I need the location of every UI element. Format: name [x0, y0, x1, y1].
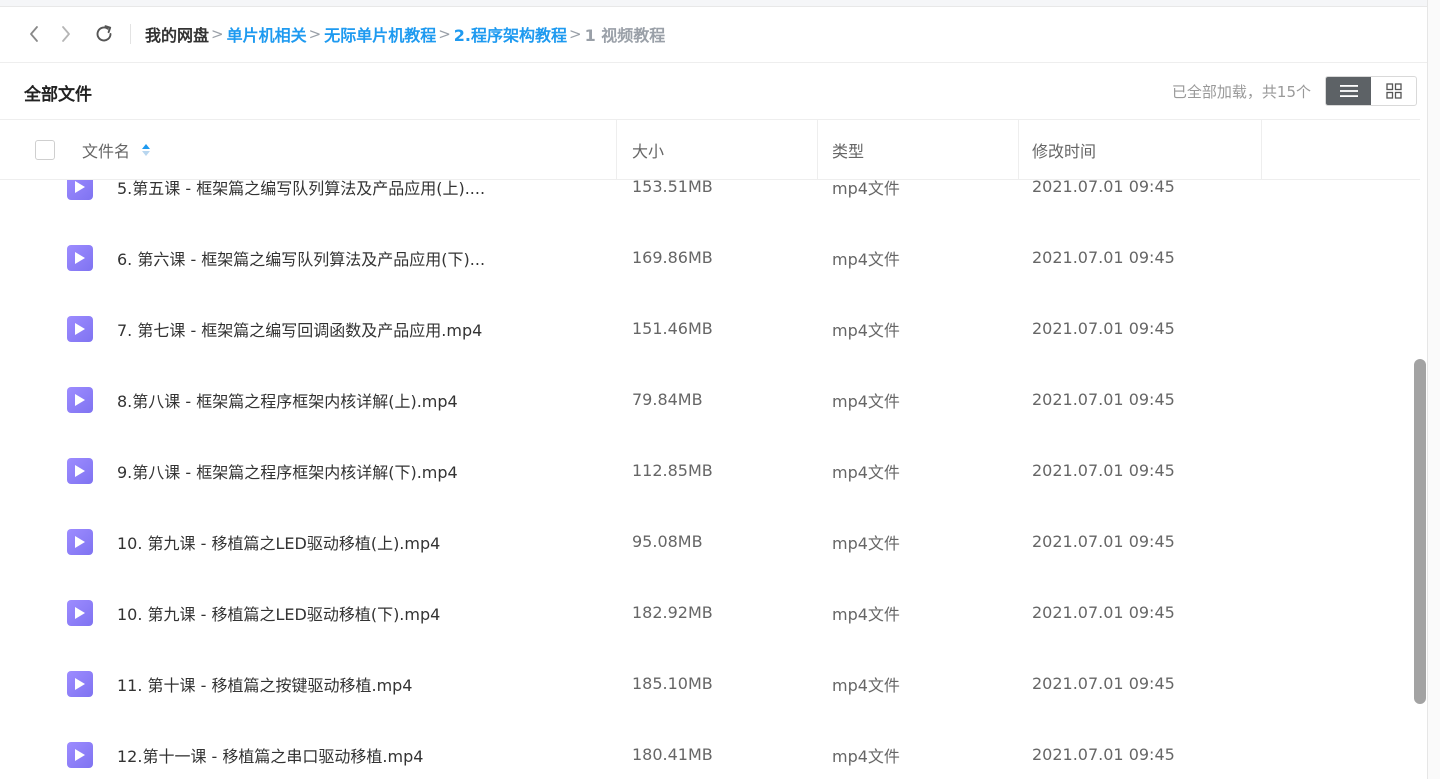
breadcrumb-item[interactable]: 2.程序架构教程 — [454, 22, 567, 46]
file-modified: 2021.07.01 09:45 — [1032, 532, 1175, 551]
file-size: 180.41MB — [632, 745, 713, 764]
file-size: 112.85MB — [632, 461, 713, 480]
grid-icon — [1385, 83, 1402, 99]
file-type: mp4文件 — [832, 675, 900, 695]
file-modified: 2021.07.01 09:45 — [1032, 603, 1175, 622]
column-header-modified[interactable]: 修改时间 — [1032, 120, 1096, 179]
file-name[interactable]: 9.第八课 - 框架篇之程序框架内核详解(下).mp4 — [117, 435, 597, 506]
column-header-name[interactable]: 文件名 — [82, 120, 151, 179]
chevron-right-icon — [62, 26, 70, 42]
breadcrumb-current: 1 视频教程 — [584, 26, 666, 45]
section-header: 全部文件 已全部加载，共15个 — [0, 63, 1427, 119]
column-divider — [616, 120, 617, 179]
table-header: 文件名 大小 类型 修改时间 — [0, 119, 1420, 180]
file-manager-window: 我的网盘 > 单片机相关 > 无际单片机教程 > 2.程序架构教程 > 1 视频… — [0, 0, 1440, 779]
file-name[interactable]: 7. 第七课 - 框架篇之编写回调函数及产品应用.mp4 — [117, 293, 597, 364]
refresh-icon — [96, 25, 112, 42]
file-modified: 2021.07.01 09:45 — [1032, 461, 1175, 480]
table-row[interactable]: 8.第八课 - 框架篇之程序框架内核详解(上).mp4 79.84MB mp4文… — [0, 364, 1414, 435]
view-toggle — [1325, 76, 1417, 106]
table-row[interactable]: 6. 第六课 - 框架篇之编写队列算法及产品应用(下)... 169.86MB … — [0, 222, 1414, 293]
file-type: mp4文件 — [832, 320, 900, 340]
file-modified: 2021.07.01 09:45 — [1032, 248, 1175, 267]
video-file-icon — [67, 315, 93, 342]
table-row[interactable]: 10. 第九课 - 移植篇之LED驱动移植(上).mp4 95.08MB mp4… — [0, 506, 1414, 577]
sort-icon[interactable] — [142, 143, 151, 156]
select-all-checkbox[interactable] — [35, 140, 55, 160]
nav-divider — [130, 24, 131, 44]
file-modified: 2021.07.01 09:45 — [1032, 745, 1175, 764]
load-status: 已全部加载，共15个 — [1171, 83, 1311, 101]
video-file-icon — [67, 599, 93, 626]
window-right-edge — [1427, 0, 1440, 779]
table-row[interactable]: 9.第八课 - 框架篇之程序框架内核详解(下).mp4 112.85MB mp4… — [0, 435, 1414, 506]
column-label-name: 文件名 — [82, 141, 131, 161]
file-size: 169.86MB — [632, 248, 713, 267]
table-row[interactable]: 10. 第九课 - 移植篇之LED驱动移植(下).mp4 182.92MB mp… — [0, 577, 1414, 648]
file-type: mp4文件 — [832, 249, 900, 269]
video-file-icon — [67, 457, 93, 484]
breadcrumb-separator: > — [211, 25, 224, 43]
file-modified: 2021.07.01 09:45 — [1032, 674, 1175, 693]
column-header-type[interactable]: 类型 — [832, 120, 864, 179]
file-list: 5.第五课 - 框架篇之编写队列算法及产品应用(上).... 153.51MB … — [0, 151, 1414, 779]
file-size: 185.10MB — [632, 674, 713, 693]
video-file-icon — [67, 244, 93, 271]
file-name[interactable]: 10. 第九课 - 移植篇之LED驱动移植(下).mp4 — [117, 577, 597, 648]
file-type: mp4文件 — [832, 391, 900, 411]
breadcrumb: 我的网盘 > 单片机相关 > 无际单片机教程 > 2.程序架构教程 > 1 视频… — [145, 22, 665, 46]
navigation-bar: 我的网盘 > 单片机相关 > 无际单片机教程 > 2.程序架构教程 > 1 视频… — [0, 6, 1427, 63]
column-divider — [1018, 120, 1019, 179]
video-file-icon — [67, 670, 93, 697]
breadcrumb-item[interactable]: 单片机相关 — [227, 22, 307, 46]
breadcrumb-item[interactable]: 无际单片机教程 — [324, 22, 436, 46]
file-size: 79.84MB — [632, 390, 703, 409]
video-file-icon — [67, 528, 93, 555]
file-size: 151.46MB — [632, 319, 713, 338]
column-label-modified: 修改时间 — [1032, 141, 1097, 161]
chevron-left-icon — [30, 26, 38, 42]
page-title: 全部文件 — [24, 85, 92, 105]
breadcrumb-separator: > — [438, 25, 451, 43]
file-size: 182.92MB — [632, 603, 713, 622]
file-type: mp4文件 — [832, 604, 900, 624]
file-modified: 2021.07.01 09:45 — [1032, 319, 1175, 338]
table-row[interactable]: 11. 第十课 - 移植篇之按键驱动移植.mp4 185.10MB mp4文件 … — [0, 648, 1414, 719]
column-label-size: 大小 — [632, 141, 665, 161]
breadcrumb-separator: > — [569, 25, 582, 43]
vertical-scrollbar[interactable] — [1414, 359, 1426, 704]
file-type: mp4文件 — [832, 462, 900, 482]
file-name[interactable]: 8.第八课 - 框架篇之程序框架内核详解(上).mp4 — [117, 364, 597, 435]
file-name[interactable]: 12.第十一课 - 移植篇之串口驱动移植.mp4 — [117, 719, 597, 779]
file-type: mp4文件 — [832, 746, 900, 766]
list-icon — [1339, 85, 1358, 97]
column-header-size[interactable]: 大小 — [632, 120, 664, 179]
video-file-icon — [67, 741, 93, 768]
grid-view-button[interactable] — [1371, 77, 1416, 105]
file-name[interactable]: 6. 第六课 - 框架篇之编写队列算法及产品应用(下)... — [117, 222, 597, 293]
column-divider — [1261, 120, 1262, 179]
video-file-icon — [67, 386, 93, 413]
table-row[interactable]: 12.第十一课 - 移植篇之串口驱动移植.mp4 180.41MB mp4文件 … — [0, 719, 1414, 779]
list-view-button[interactable] — [1326, 77, 1371, 105]
file-type: mp4文件 — [832, 533, 900, 553]
file-size: 95.08MB — [632, 532, 703, 551]
file-modified: 2021.07.01 09:45 — [1032, 390, 1175, 409]
forward-button[interactable] — [50, 18, 82, 50]
breadcrumb-separator: > — [308, 25, 322, 43]
back-button[interactable] — [18, 18, 50, 50]
column-label-type: 类型 — [832, 141, 865, 161]
breadcrumb-home[interactable]: 我的网盘 — [145, 22, 209, 46]
table-row[interactable]: 7. 第七课 - 框架篇之编写回调函数及产品应用.mp4 151.46MB mp… — [0, 293, 1414, 364]
refresh-button[interactable] — [88, 18, 120, 50]
column-divider — [817, 120, 818, 179]
file-name[interactable]: 10. 第九课 - 移植篇之LED驱动移植(上).mp4 — [117, 506, 597, 577]
file-name[interactable]: 11. 第十课 - 移植篇之按键驱动移植.mp4 — [117, 648, 597, 719]
